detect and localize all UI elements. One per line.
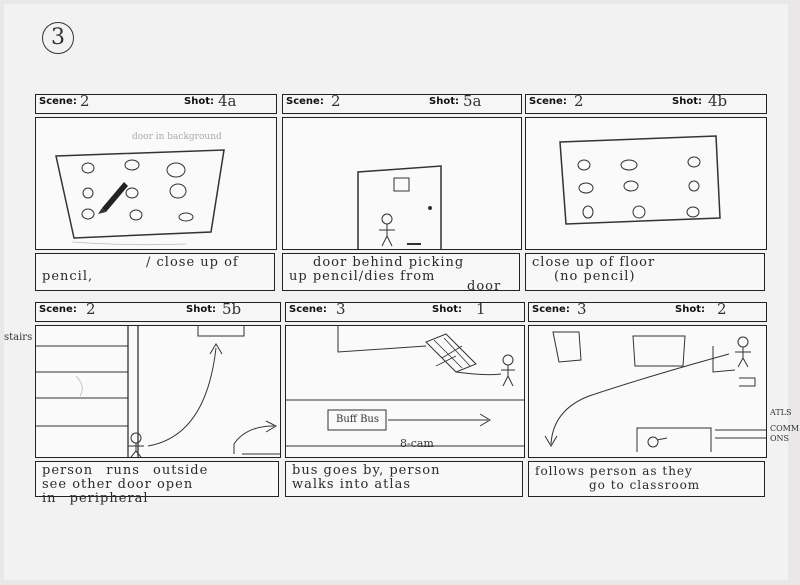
shot-label: Shot: [429,96,459,107]
scene-label: Scene: [532,304,570,315]
panel-2-frame [282,117,522,250]
panel-6-header: Scene: 3 Shot: 2 [528,300,767,322]
caption-line: (no pencil) [554,269,636,284]
scene-number: 2 [80,92,90,110]
shot-label: Shot: [186,304,216,315]
panel-6-frame [528,325,767,458]
panel-1-header: Scene: 2 Shot: 4a [35,92,277,114]
caption-line: door behind picking [313,255,465,270]
shot-number: 1 [476,300,486,318]
panel-2-sketch [357,165,442,249]
scene-number: 3 [577,300,587,318]
panel-6-caption: follows person as they go to classroom [528,461,765,497]
scene-label: Scene: [289,304,327,315]
panel-5-frame: Buff Bus 8-cam [285,325,525,458]
scene-label: Scene: [286,96,324,107]
caption-line: close up of floor [532,255,656,270]
panel-5-header: Scene: 3 Shot: 1 [285,300,525,322]
bus-sign: Buff Bus [336,414,379,425]
door-in-background-note: door in background [132,132,222,142]
scene-label: Scene: [39,96,77,107]
shot-label: Shot: [675,304,705,315]
panel-4-sketch [36,326,280,457]
panel-1-caption: / close up of pencil, [35,253,275,291]
caption-line: in peripheral [42,491,149,506]
panel-3-frame [525,117,767,250]
caption-line: follows person as they [535,464,693,478]
scene-label: Scene: [39,304,77,315]
panel-1-frame: door in background [35,117,277,250]
shot-number: 4a [218,92,237,110]
shot-number: 5a [463,92,482,110]
caption-line: go to classroom [589,478,701,492]
panel-4-header: Scene: 2 Shot: 5b [35,300,281,322]
camera-note: 8-cam [400,437,434,450]
storyboard-sheet: 3 Scene: 2 Shot: 4a door in background /… [4,4,799,580]
caption-line: person runs outside [42,463,209,478]
panel-4-frame [35,325,281,458]
panel-5-caption: bus goes by, person walks into atlas [285,461,523,497]
shot-number: 4b [708,92,728,110]
panel-2-header: Scene: 2 Shot: 5a [282,92,522,114]
panel-4-caption: person runs outside see other door open … [35,461,279,506]
panel-3-header: Scene: 2 Shot: 4b [525,92,767,114]
shot-label: Shot: [184,96,214,107]
scene-number: 3 [336,300,346,318]
caption-line: walks into atlas [292,477,411,492]
caption-line: bus goes by, person [292,463,441,478]
scene-number: 2 [331,92,341,110]
panel-3-sketch [559,135,721,225]
commons-label: COMM ONS [770,424,800,443]
caption-line: see other door open [42,477,194,492]
caption-line: / close up of [146,255,239,270]
page-number: 3 [42,22,74,54]
scene-label: Scene: [529,96,567,107]
atlas-label: ATLS [770,408,792,417]
scene-number: 2 [574,92,584,110]
panel-6-sketch [544,331,766,452]
stairs-note: stairs [4,332,33,343]
panel-3-caption: close up of floor (no pencil) [525,253,765,291]
shot-label: Shot: [672,96,702,107]
shot-label: Shot: [432,304,462,315]
shot-number: 2 [717,300,727,318]
caption-line: pencil, [42,269,94,284]
scene-number: 2 [86,300,96,318]
shot-number: 5b [222,300,242,318]
panel-2-caption: door behind picking up pencil/dies from … [282,253,520,294]
